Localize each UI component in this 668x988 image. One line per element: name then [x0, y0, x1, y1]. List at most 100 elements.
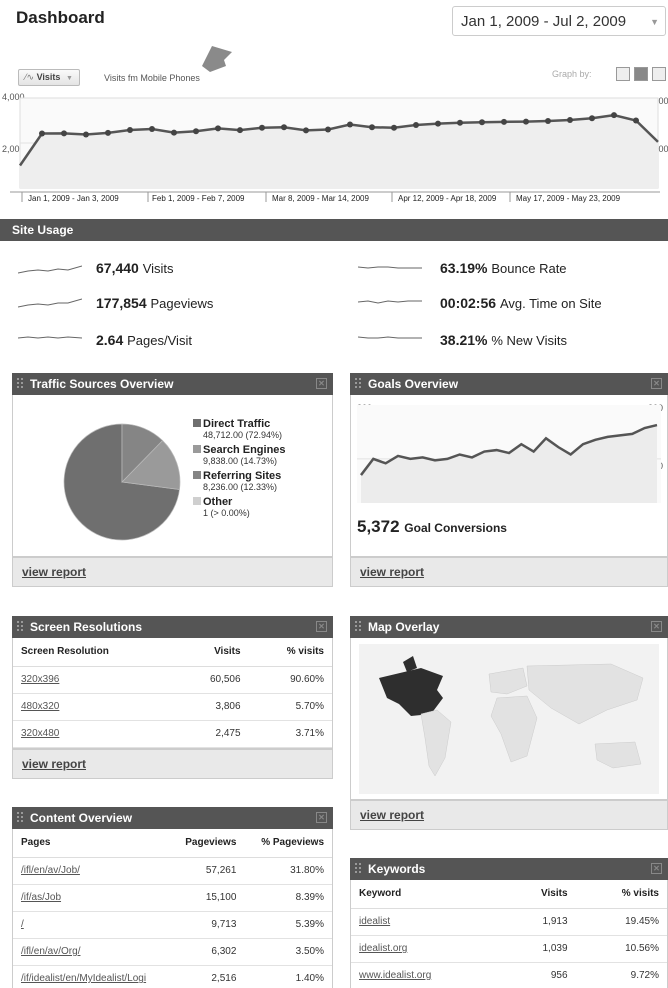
drag-handle-icon[interactable]	[17, 621, 23, 631]
data-point	[325, 126, 331, 133]
data-point	[589, 115, 595, 122]
table-cell: 5.70%	[248, 693, 332, 721]
drag-handle-icon[interactable]	[355, 863, 361, 873]
sparkline-pageviews	[18, 298, 82, 308]
column-header[interactable]: Keyword	[351, 880, 503, 909]
screen-resolutions-panel: Screen Resolutions ✕ Screen Resolution V…	[12, 616, 333, 779]
content-overview-panel: Content Overview ✕ Pages Pageviews % Pag…	[12, 807, 333, 988]
column-header[interactable]: Screen Resolution	[13, 638, 176, 667]
data-point	[149, 126, 155, 133]
row-link[interactable]: 320x396	[21, 674, 59, 685]
table-cell: 956	[502, 962, 576, 988]
map-overlay-body	[350, 638, 668, 800]
traffic-sources-body: Direct Traffic 48,712.00 (72.94%) Search…	[12, 395, 333, 557]
arrow-pointer-icon	[202, 46, 232, 72]
drag-handle-icon[interactable]	[17, 812, 23, 822]
metric-avg-time: 00:02:56 Avg. Time on Site	[440, 295, 602, 311]
goals-footer: view report	[350, 557, 668, 587]
row-link[interactable]: /ifl/en/av/Org/	[21, 946, 80, 957]
data-point	[633, 117, 639, 124]
sparkline-new-visits	[358, 336, 422, 339]
world-map[interactable]	[351, 638, 667, 798]
column-header[interactable]: Pages	[13, 829, 170, 858]
keywords-table: Keyword Visits % visits idealist 1,913 1…	[351, 880, 667, 988]
content-overview-header[interactable]: Content Overview ✕	[12, 807, 333, 829]
row-link[interactable]: idealist	[359, 916, 390, 927]
graph-by-day-button[interactable]	[616, 67, 630, 81]
map-overlay-header[interactable]: Map Overlay ✕	[350, 616, 668, 638]
site-usage-header: Site Usage	[0, 219, 668, 241]
goal-conversions: 5,372 Goal Conversions	[357, 517, 507, 536]
goals-body: 300 150 300 150 5,372 Goal Conversions	[350, 395, 668, 557]
table-row: www.idealist.org 956 9.72%	[351, 962, 667, 988]
row-link[interactable]: /	[21, 919, 24, 930]
view-report-link[interactable]: view report	[22, 757, 86, 771]
table-cell: 90.60%	[248, 666, 332, 694]
view-report-link[interactable]: view report	[360, 565, 424, 579]
view-report-link[interactable]: view report	[22, 565, 86, 579]
close-icon[interactable]: ✕	[316, 378, 327, 389]
compare-metric-link[interactable]: Visits fm Mobile Phones	[104, 73, 200, 83]
row-link[interactable]: 320x480	[21, 728, 59, 739]
pie-legend: Direct Traffic 48,712.00 (72.94%) Search…	[193, 419, 286, 519]
map-overlay-footer: view report	[350, 800, 668, 830]
goals-header[interactable]: Goals Overview ✕	[350, 373, 668, 395]
data-point	[281, 124, 287, 131]
graph-by-month-button[interactable]	[652, 67, 666, 81]
table-row: /if/as/Job 15,100 8.39%	[13, 884, 332, 912]
close-icon[interactable]: ✕	[651, 621, 662, 632]
column-header[interactable]: % visits	[248, 638, 332, 667]
legend-swatch	[193, 419, 201, 427]
row-link[interactable]: /if/idealist/en/MyIdealist/Logi	[21, 973, 146, 984]
row-link[interactable]: idealist.org	[359, 943, 407, 954]
content-overview-table: Pages Pageviews % Pageviews /ifl/en/av/J…	[13, 829, 332, 988]
column-header[interactable]: Visits	[175, 638, 249, 667]
close-icon[interactable]: ✕	[651, 378, 662, 389]
data-point	[413, 122, 419, 128]
metric-pageviews: 177,854 Pageviews	[96, 295, 214, 311]
drag-handle-icon[interactable]	[355, 378, 361, 388]
close-icon[interactable]: ✕	[651, 863, 662, 874]
row-link[interactable]: /if/as/Job	[21, 892, 61, 903]
column-header[interactable]: % visits	[575, 880, 667, 909]
table-header-row: Pages Pageviews % Pageviews	[13, 829, 332, 858]
metric-pages-visit: 2.64 Pages/Visit	[96, 332, 192, 348]
metric-bounce-rate: 63.19% Bounce Rate	[440, 260, 567, 276]
table-cell: 2,475	[175, 720, 249, 748]
table-cell: 5.39%	[244, 911, 332, 939]
graph-by-week-button[interactable]	[634, 67, 648, 81]
table-cell: 31.80%	[244, 857, 332, 885]
column-header[interactable]: % Pageviews	[244, 829, 332, 858]
panel-title: Traffic Sources Overview	[30, 377, 174, 391]
row-link[interactable]: 480x320	[21, 701, 59, 712]
drag-handle-icon[interactable]	[355, 621, 361, 631]
legend-swatch	[193, 471, 201, 479]
screen-resolutions-header[interactable]: Screen Resolutions ✕	[12, 616, 333, 638]
sparkline-pages-visit	[18, 336, 82, 339]
date-range-label: Jan 1, 2009 - Jul 2, 2009	[461, 13, 627, 30]
row-link[interactable]: www.idealist.org	[359, 970, 431, 981]
chevron-down-icon: ▼	[65, 75, 73, 82]
legend-item: Referring Sites 8,236.00 (12.33%)	[193, 471, 286, 493]
data-point	[171, 129, 177, 136]
table-cell: 8.39%	[244, 884, 332, 912]
data-point	[479, 119, 485, 126]
traffic-sources-header[interactable]: Traffic Sources Overview ✕	[12, 373, 333, 395]
close-icon[interactable]: ✕	[316, 621, 327, 632]
line-chart-icon: ⁄∿	[25, 72, 35, 82]
row-link[interactable]: /ifl/en/av/Job/	[21, 865, 80, 876]
x-axis-label: May 17, 2009 - May 23, 2009	[516, 194, 621, 203]
data-point	[61, 130, 67, 137]
close-icon[interactable]: ✕	[316, 812, 327, 823]
table-row: 320x396 60,506 90.60%	[13, 666, 332, 694]
date-range-picker[interactable]: Jan 1, 2009 - Jul 2, 2009 ▼	[452, 6, 666, 36]
column-header[interactable]: Pageviews	[169, 829, 245, 858]
data-point	[259, 124, 265, 131]
view-report-link[interactable]: view report	[360, 808, 424, 822]
keywords-header[interactable]: Keywords ✕	[350, 858, 668, 880]
sparkline-visits	[18, 265, 82, 274]
drag-handle-icon[interactable]	[17, 378, 23, 388]
metric-select-button[interactable]: ⁄∿ Visits ▼	[18, 69, 80, 86]
column-header[interactable]: Visits	[502, 880, 576, 909]
table-cell: 9,713	[169, 911, 245, 939]
